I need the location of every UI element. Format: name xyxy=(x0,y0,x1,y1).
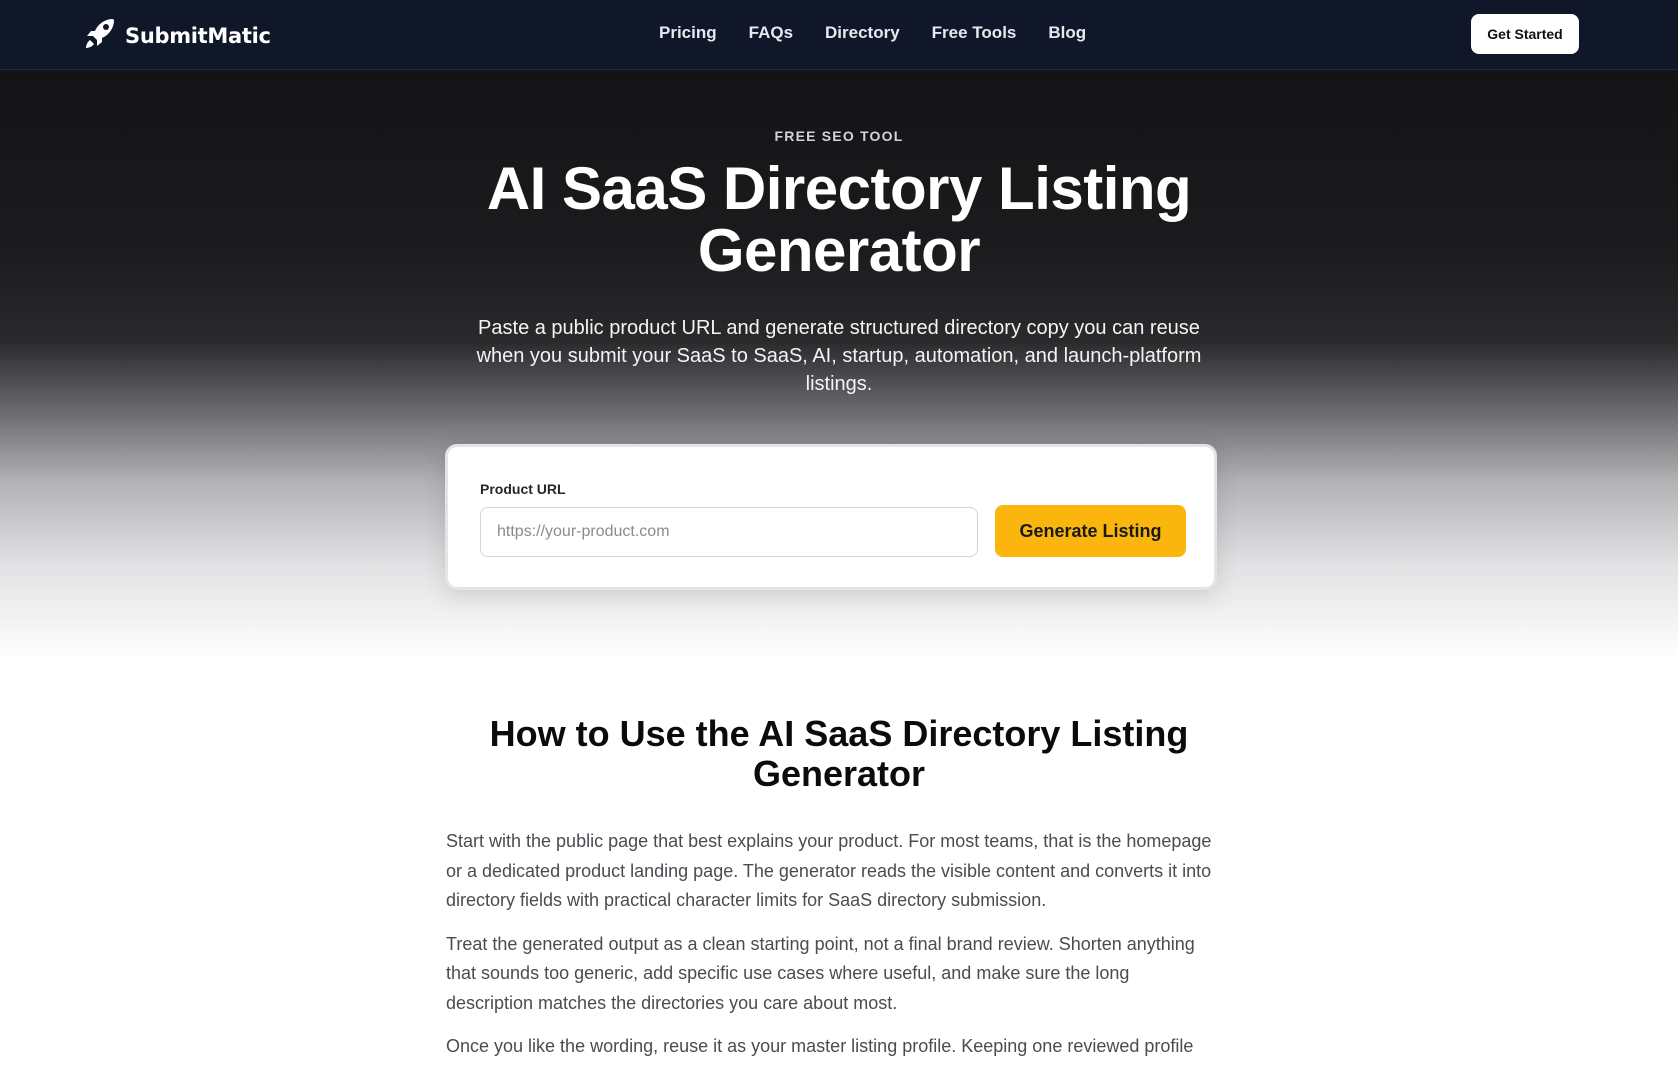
brand-logo[interactable]: SubmitMatic xyxy=(83,16,271,55)
hero-subtitle: Paste a public product URL and generate … xyxy=(476,317,1202,395)
generate-listing-button[interactable]: Generate Listing xyxy=(995,505,1186,557)
nav-link-faqs[interactable]: FAQs xyxy=(749,23,793,43)
top-navbar: SubmitMatic Pricing FAQs Directory Free … xyxy=(0,0,1678,70)
nav-link-directory[interactable]: Directory xyxy=(825,23,900,43)
page-title: AI SaaS Directory Listing Generator xyxy=(486,155,1192,284)
nav-link-pricing[interactable]: Pricing xyxy=(659,23,717,43)
how-to-title: How to Use the AI SaaS Directory Listing… xyxy=(489,713,1189,794)
url-form-card: Product URL Generate Listing xyxy=(445,444,1217,590)
how-to-body: Start with the public page that best exp… xyxy=(446,827,1216,1076)
product-url-input[interactable] xyxy=(480,507,978,557)
main-nav: Pricing FAQs Directory Free Tools Blog xyxy=(659,23,1086,43)
get-started-button[interactable]: Get Started xyxy=(1471,14,1579,54)
nav-link-free-tools[interactable]: Free Tools xyxy=(932,23,1017,43)
rocket-icon xyxy=(83,16,119,55)
how-to-paragraph: Treat the generated output as a clean st… xyxy=(446,933,1195,1013)
product-url-label: Product URL xyxy=(480,481,566,497)
how-to-paragraph: Start with the public page that best exp… xyxy=(446,831,1212,910)
brand-name: SubmitMatic xyxy=(125,23,271,48)
how-to-paragraph: Once you like the wording, reuse it as y… xyxy=(446,1036,1194,1056)
hero-eyebrow: FREE SEO TOOL xyxy=(774,128,904,144)
nav-link-blog[interactable]: Blog xyxy=(1048,23,1086,43)
